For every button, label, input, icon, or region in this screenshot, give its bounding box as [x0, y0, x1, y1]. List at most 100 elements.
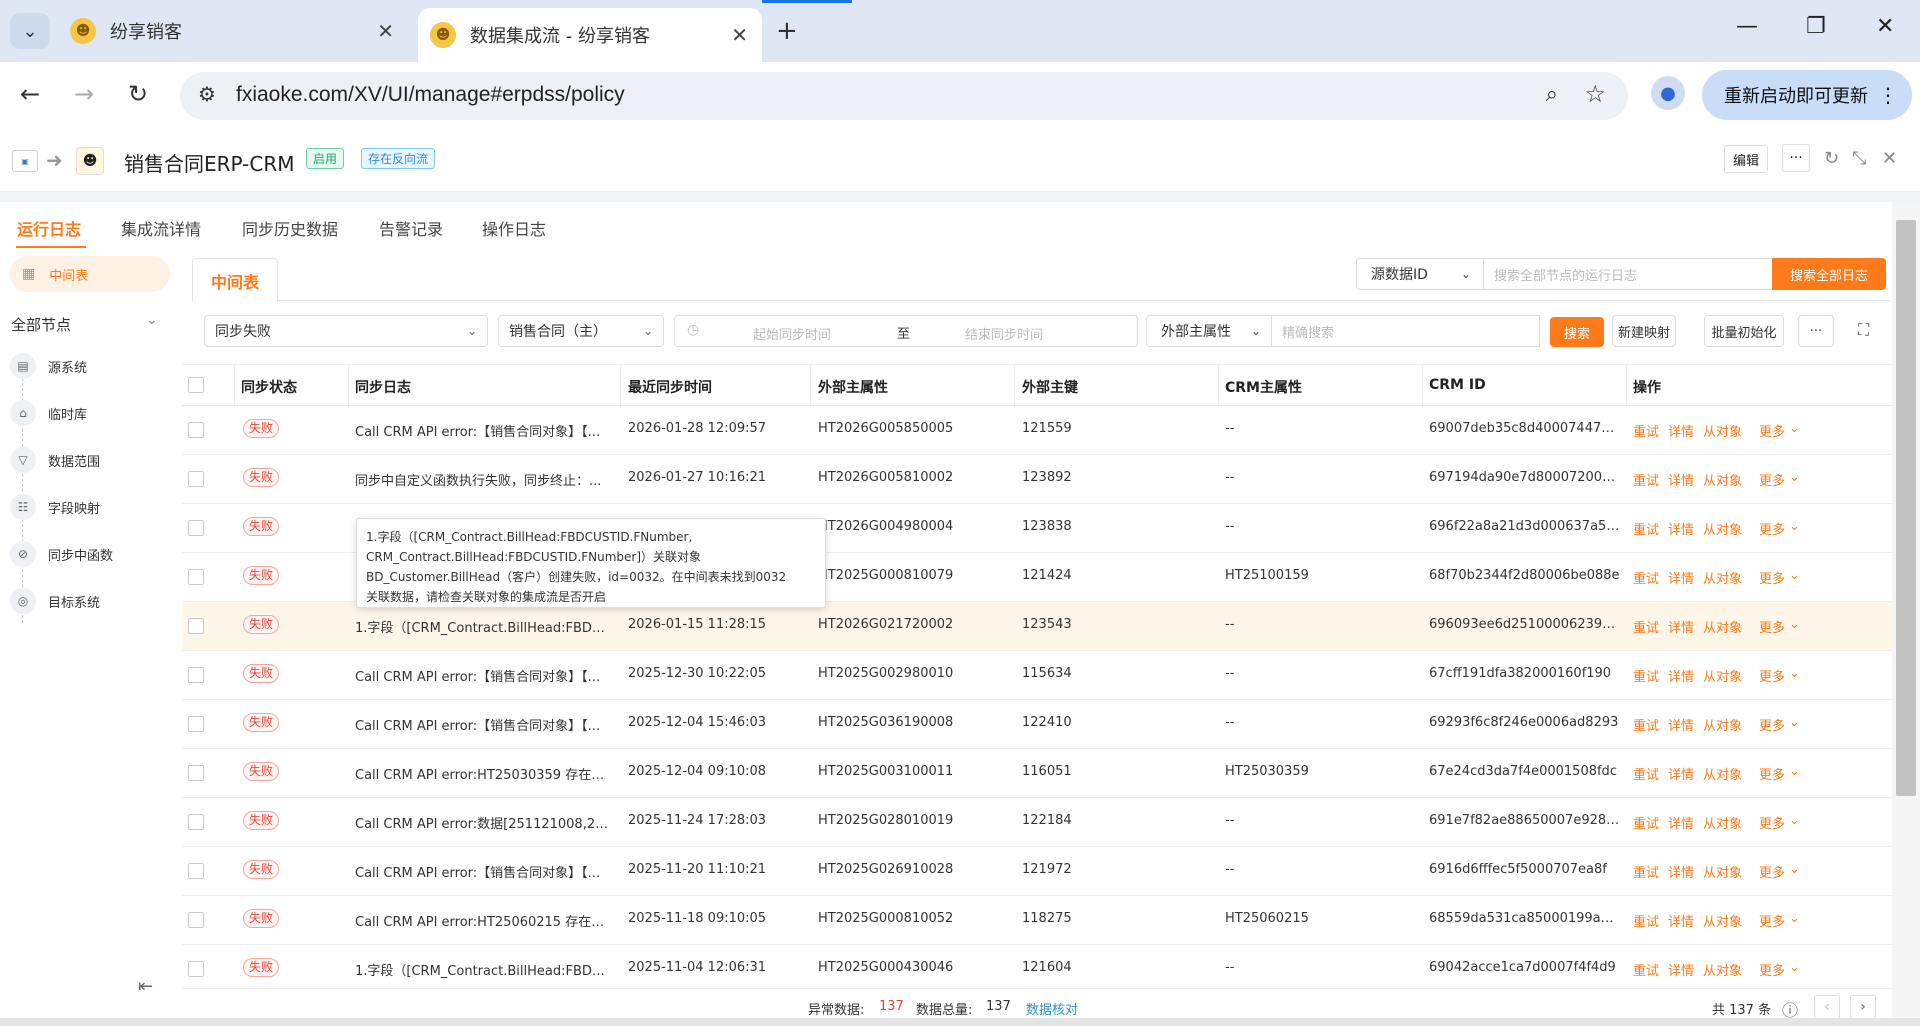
- cell-sync-log[interactable]: Call CRM API error:数据[251121008,251...: [355, 813, 609, 832]
- more-link[interactable]: 更多: [1759, 960, 1785, 979]
- start-time-placeholder[interactable]: 起始同步时间: [753, 324, 831, 343]
- prev-page-button[interactable]: ‹: [1814, 995, 1840, 1019]
- col-last-sync-time[interactable]: 最近同步时间: [628, 377, 712, 397]
- verify-data-link[interactable]: 数据核对: [1026, 999, 1078, 1018]
- table-row[interactable]: 失败 同步中自定义函数执行失败，同步终止：... 2026-01-27 10:16:…: [182, 455, 1892, 504]
- row-checkbox[interactable]: [188, 961, 204, 977]
- sidebar-node-source[interactable]: ▤ 源系统: [10, 353, 87, 379]
- more-link[interactable]: 更多: [1759, 813, 1785, 832]
- row-checkbox[interactable]: [188, 667, 204, 683]
- retry-link[interactable]: 重试: [1633, 568, 1659, 587]
- cell-sync-log[interactable]: 1.字段（[CRM_Contract.BillHead:FBDC...: [355, 617, 609, 636]
- row-checkbox[interactable]: [188, 912, 204, 928]
- sub-object-link[interactable]: 从对象: [1703, 911, 1742, 930]
- chevron-down-icon[interactable]: ⌄: [1789, 666, 1800, 681]
- row-checkbox[interactable]: [188, 765, 204, 781]
- retry-link[interactable]: 重试: [1633, 764, 1659, 783]
- detail-link[interactable]: 详情: [1668, 911, 1694, 930]
- expand-icon[interactable]: ⛶: [1858, 320, 1869, 340]
- tab-operation-log[interactable]: 操作日志: [482, 216, 546, 240]
- chevron-down-icon[interactable]: ⌄: [1789, 911, 1800, 926]
- cell-sync-log[interactable]: 同步中自定义函数执行失败，同步终止：...: [355, 470, 609, 489]
- detail-link[interactable]: 详情: [1668, 470, 1694, 489]
- edit-button[interactable]: 编辑: [1724, 145, 1768, 173]
- col-external-attr[interactable]: 外部主属性: [818, 377, 888, 397]
- tab-middle-table[interactable]: 中间表: [192, 258, 278, 302]
- search-all-logs-button[interactable]: 搜索全部日志: [1772, 258, 1886, 290]
- status-filter-select[interactable]: 同步失败 ⌄: [204, 315, 488, 347]
- batch-init-button[interactable]: 批量初始化: [1704, 315, 1784, 347]
- table-row[interactable]: 失败 Call CRM API error:【销售合同对象】【... 2025-12…: [182, 651, 1892, 700]
- sidebar-node-target[interactable]: ◎ 目标系统: [10, 588, 100, 614]
- tab-search-button[interactable]: ⌄: [10, 13, 50, 49]
- menu-dots-icon[interactable]: ⋮: [1878, 83, 1898, 107]
- chevron-down-icon[interactable]: ⌄: [1789, 960, 1800, 975]
- sub-object-link[interactable]: 从对象: [1703, 813, 1742, 832]
- sub-object-link[interactable]: 从对象: [1703, 764, 1742, 783]
- close-icon[interactable]: ✕: [1882, 148, 1897, 169]
- row-checkbox[interactable]: [188, 716, 204, 732]
- chevron-down-icon[interactable]: ⌄: [1789, 764, 1800, 779]
- detail-link[interactable]: 详情: [1668, 568, 1694, 587]
- sidebar-node-field-mapping[interactable]: ☷ 字段映射: [10, 494, 100, 520]
- table-row[interactable]: 失败 Call CRM API error:HT25030359 存在进... 20…: [182, 749, 1892, 798]
- sub-object-link[interactable]: 从对象: [1703, 617, 1742, 636]
- row-checkbox[interactable]: [188, 863, 204, 879]
- sub-object-link[interactable]: 从对象: [1703, 421, 1742, 440]
- more-link[interactable]: 更多: [1759, 666, 1785, 685]
- more-link[interactable]: 更多: [1759, 862, 1785, 881]
- retry-link[interactable]: 重试: [1633, 421, 1659, 440]
- external-attr-select[interactable]: 外部主属性 ⌄: [1146, 315, 1272, 347]
- window-close-icon[interactable]: ✕: [1876, 14, 1894, 39]
- col-crm-id[interactable]: CRM ID: [1429, 377, 1486, 393]
- tab-alerts[interactable]: 告警记录: [379, 216, 443, 240]
- chevron-down-icon[interactable]: ⌄: [1789, 421, 1800, 436]
- cell-sync-log[interactable]: Call CRM API error:【销售合同对象】【...: [355, 666, 609, 685]
- fullscreen-icon[interactable]: ⤡: [1852, 148, 1866, 169]
- more-link[interactable]: 更多: [1759, 715, 1785, 734]
- log-search-input[interactable]: 搜索全部节点的运行日志: [1484, 258, 1774, 290]
- close-tab-icon[interactable]: ✕: [377, 19, 394, 43]
- collapse-sidebar-icon[interactable]: ⇤: [138, 976, 153, 997]
- retry-link[interactable]: 重试: [1633, 617, 1659, 636]
- retry-link[interactable]: 重试: [1633, 519, 1659, 538]
- more-link[interactable]: 更多: [1759, 764, 1785, 783]
- source-data-select[interactable]: 源数据ID ⌄: [1356, 258, 1484, 290]
- detail-link[interactable]: 详情: [1668, 813, 1694, 832]
- retry-link[interactable]: 重试: [1633, 960, 1659, 979]
- row-checkbox[interactable]: [188, 569, 204, 585]
- back-icon[interactable]: ←: [20, 80, 40, 108]
- browser-tab-2-active[interactable]: ☻ 数据集成流 - 纷享销客 ✕: [418, 8, 762, 62]
- scrollbar-thumb[interactable]: [1896, 220, 1916, 796]
- all-nodes-label[interactable]: 全部节点: [11, 314, 71, 335]
- sync-time-range-picker[interactable]: ◷ 起始同步时间 至 结束同步时间: [674, 315, 1138, 347]
- cell-sync-log[interactable]: Call CRM API error:HT25060215 存在进...: [355, 911, 609, 930]
- horizontal-scrollbar[interactable]: [0, 1018, 1920, 1026]
- sub-object-link[interactable]: 从对象: [1703, 960, 1742, 979]
- chevron-down-icon[interactable]: ⌄: [1789, 519, 1800, 534]
- table-row[interactable]: 失败 Call CRM API error:【销售合同对象】【... 2025-12…: [182, 700, 1892, 749]
- browser-tab-1[interactable]: ☻ 纷享销客 ✕: [66, 8, 408, 54]
- detail-link[interactable]: 详情: [1668, 617, 1694, 636]
- chevron-down-icon[interactable]: ⌄: [1789, 470, 1800, 485]
- site-info-icon[interactable]: ⚙: [198, 82, 216, 106]
- exact-search-input[interactable]: 精确搜索: [1272, 315, 1540, 347]
- bookmark-star-icon[interactable]: ☆: [1584, 80, 1606, 108]
- reload-icon[interactable]: ↻: [128, 80, 148, 108]
- detail-link[interactable]: 详情: [1668, 421, 1694, 440]
- more-options-button[interactable]: ···: [1782, 144, 1810, 172]
- url-text[interactable]: fxiaoke.com/XV/UI/manage#erpdss/policy: [236, 83, 625, 107]
- col-sync-status[interactable]: 同步状态: [241, 377, 297, 397]
- sub-object-link[interactable]: 从对象: [1703, 470, 1742, 489]
- more-link[interactable]: 更多: [1759, 617, 1785, 636]
- row-checkbox[interactable]: [188, 618, 204, 634]
- tab-flow-detail[interactable]: 集成流详情: [121, 216, 201, 240]
- detail-link[interactable]: 详情: [1668, 960, 1694, 979]
- chevron-down-icon[interactable]: ⌄: [1789, 862, 1800, 877]
- sub-object-link[interactable]: 从对象: [1703, 862, 1742, 881]
- sidebar-node-sync-function[interactable]: ⊘ 同步中函数: [10, 541, 113, 567]
- cell-sync-log[interactable]: Call CRM API error:HT25030359 存在进...: [355, 764, 609, 783]
- col-external-key[interactable]: 外部主键: [1022, 377, 1078, 397]
- more-link[interactable]: 更多: [1759, 421, 1785, 440]
- relaunch-update-button[interactable]: 重新启动即可更新 ⋮: [1702, 70, 1912, 120]
